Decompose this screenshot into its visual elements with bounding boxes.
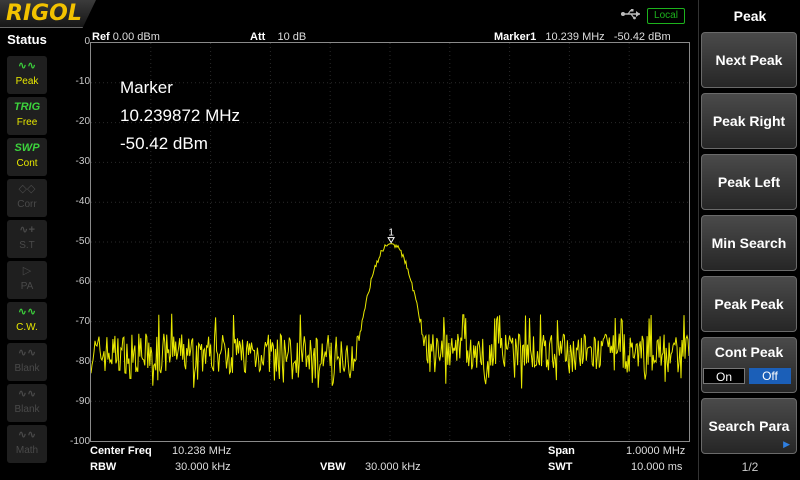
peak-right-button[interactable]: Peak Right (701, 93, 797, 149)
status-item: SWP Cont (7, 138, 47, 176)
span-value: 1.0000 MHz (626, 445, 686, 457)
search-para-label: Search Para (708, 418, 790, 434)
cont-peak-toggle[interactable]: On Off (703, 368, 793, 384)
span[interactable]: Span (548, 445, 575, 457)
swt-label: SWT (548, 461, 573, 473)
status-item-label: Free (16, 117, 38, 128)
preamp-icon: ▷ (22, 265, 32, 277)
status-item-label: Blank (14, 404, 40, 415)
blank-icon: ∿∿ (17, 388, 37, 400)
next-peak-button[interactable]: Next Peak (701, 32, 797, 88)
trig-icon: TRIG (13, 101, 41, 113)
vbw[interactable]: VBW (320, 461, 346, 473)
status-item-label: Blank (14, 363, 40, 374)
cont-peak-off[interactable]: Off (749, 368, 791, 384)
status-item: ∿+ S.T (7, 220, 47, 258)
y-tick-label: 0 (84, 36, 90, 47)
center-label: Center Freq (90, 445, 152, 457)
status-item: ∿∿ Blank (7, 343, 47, 381)
y-tick-label: -100 (69, 436, 90, 447)
y-tick-label: -30 (75, 156, 90, 167)
status-item-label: Peak (15, 76, 39, 87)
local-indicator: Local (647, 8, 685, 24)
blank-icon: ∿∿ (17, 347, 37, 359)
rbw-value: 30.000 kHz (175, 461, 231, 473)
cont-peak-on[interactable]: On (703, 368, 745, 384)
status-item-label: C.W. (16, 322, 38, 333)
peak-icon: ∿∿ (17, 60, 37, 72)
menu-title: Peak (733, 8, 767, 24)
status-item-label: PA (20, 281, 34, 292)
marker-readout-freq: 10.239872 MHz (120, 106, 241, 125)
marker-readout: Marker 10.239872 MHz -50.42 dBm (120, 74, 240, 158)
top-bar: RIGOL Local (0, 0, 698, 30)
y-tick-label: -90 (75, 396, 90, 407)
submenu-arrow-icon: ▶ (783, 439, 790, 449)
search-para-button[interactable]: Search Para ▶ (701, 398, 797, 454)
status-item: ∿∿ Math (7, 425, 47, 463)
cont-peak-label: Cont Peak (714, 344, 784, 360)
status-panel: Status ∿∿ Peak TRIG Free SWP Cont ◇◇ Corr ∿+ S.T ▷… (0, 30, 54, 480)
y-tick-label: -80 (75, 356, 90, 367)
vbw-label: VBW (320, 461, 346, 473)
peak-left-button[interactable]: Peak Left (701, 154, 797, 210)
source-tracking-icon: ∿+ (19, 224, 35, 236)
status-item: ∿∿ Blank (7, 384, 47, 422)
rbw[interactable]: RBW (90, 461, 116, 473)
y-tick-label: -60 (75, 276, 90, 287)
usb-icon (621, 9, 640, 20)
y-tick-label: -20 (75, 116, 90, 127)
marker-readout-amp: -50.42 dBm (120, 134, 208, 153)
vbw-value: 30.000 kHz (365, 461, 421, 473)
marker-readout-title: Marker (120, 78, 173, 97)
y-tick-label: -50 (75, 236, 90, 247)
status-item: TRIG Free (7, 97, 47, 135)
status-item: ∿∿ C.W. (7, 302, 47, 340)
math-icon: ∿∿ (17, 429, 37, 441)
rbw-label: RBW (90, 461, 117, 473)
status-item-label: Math (15, 445, 39, 456)
peak-peak-button[interactable]: Peak Peak (701, 276, 797, 332)
cw-icon: ∿∿ (17, 306, 37, 318)
y-tick-label: -40 (75, 196, 90, 207)
status-item: ◇◇ Corr (7, 179, 47, 217)
softkey-menu: Peak Next Peak Peak Right Peak Left Min … (698, 0, 800, 480)
center-value: 10.238 MHz (172, 445, 232, 457)
min-search-button[interactable]: Min Search (701, 215, 797, 271)
status-item-label: Corr (17, 199, 37, 210)
swt-value: 10.000 ms (631, 461, 683, 473)
sweep-icon: SWP (14, 142, 40, 154)
center-freq[interactable]: Center Freq (90, 445, 152, 457)
menu-page-indicator[interactable]: 1/2 (699, 460, 800, 474)
y-tick-label: -70 (75, 316, 90, 327)
brand-logo: RIGOL (0, 0, 96, 28)
span-label: Span (548, 445, 575, 457)
status-title: Status (7, 32, 47, 47)
spectrum-trace (91, 243, 689, 389)
swt[interactable]: SWT (548, 461, 572, 473)
marker-1-label: 1 (388, 228, 394, 239)
status-item: ∿∿ Peak (7, 56, 47, 94)
status-item-label: S.T (19, 240, 35, 251)
correction-icon: ◇◇ (18, 183, 36, 195)
status-item: ▷ PA (7, 261, 47, 299)
status-item-label: Cont (16, 158, 38, 169)
y-tick-label: -10 (75, 76, 90, 87)
